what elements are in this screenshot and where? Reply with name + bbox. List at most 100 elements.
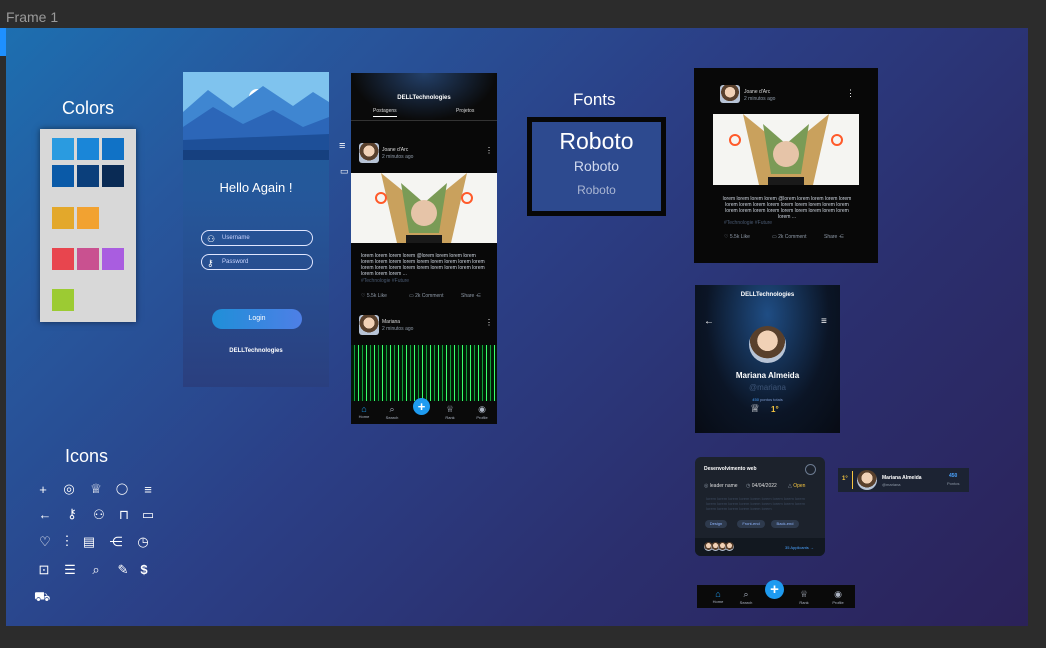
clock-icon[interactable]: ◷ [135,534,151,550]
post-tags[interactable]: #Technologie #Future [724,220,772,226]
rank-points: 450 [949,473,958,479]
swatch[interactable] [52,248,74,270]
add-button[interactable]: + [765,580,784,599]
share-button[interactable]: Share ⋲ [824,234,844,240]
lock-icon[interactable]: ⊡ [36,562,52,578]
post-image[interactable] [351,345,497,401]
post-time: 2 minutos ago [382,154,414,160]
add-post-button[interactable]: + [413,398,430,415]
back-arrow-icon[interactable]: ← [704,316,714,327]
nav-profile[interactable]: ◉ Profile [474,404,490,420]
password-field[interactable]: ⚷ Password [201,254,313,270]
like-button[interactable]: ♡ 5.5k Like [361,293,387,299]
post-time: 2 minutos ago [382,326,414,332]
cart-icon[interactable]: ⛟ [34,589,50,605]
menu-icon[interactable]: ≡ [821,316,827,327]
dell-logo: DELLTechnologies [397,95,451,101]
swatch[interactable] [77,165,99,187]
nav-label: Search [739,600,753,605]
profile-circle-icon[interactable]: ◎ [61,481,77,497]
post-author[interactable]: Joane d'Arc [382,147,408,153]
avatar[interactable] [359,315,379,335]
post-author[interactable]: Mariana [382,319,400,325]
password-placeholder: Password [222,259,249,265]
swatch[interactable] [52,138,74,160]
arrow-left-icon[interactable]: ← [37,507,53,523]
comment-icon[interactable]: ▭ [140,507,156,523]
tab-postagens[interactable]: Postagens [373,108,397,117]
menu-icon[interactable]: ≡ [339,140,345,152]
applicants-link[interactable]: 35 Applicants → [785,545,814,550]
chip-design[interactable]: Design [705,520,727,528]
profile-screen-mockup[interactable]: DELLTechnologies ← ≡ Mariana Almeida @ma… [695,285,840,433]
nav-label: Profile [832,600,844,605]
comment-button[interactable]: ▭ 2k Comment [772,234,806,240]
heart-icon[interactable]: ♡ [37,534,53,550]
document-icon[interactable]: ▤ [81,534,97,550]
chip-back-end[interactable]: Back-end [771,520,799,528]
like-button[interactable]: ♡ 5.5k Like [724,234,750,240]
post-image[interactable] [351,173,497,243]
swatch[interactable] [77,207,99,229]
nav-home[interactable]: ⌂ Home [357,404,371,419]
filter-icon[interactable]: ☰ [62,562,78,578]
swatch[interactable] [102,138,124,160]
chip-front-end[interactable]: Front-end [737,520,765,528]
swatch[interactable] [52,165,74,187]
more-vertical-icon[interactable]: ⋮ [485,318,493,327]
nav-rank[interactable]: ♕ Rank [798,589,810,605]
nav-rank[interactable]: ♕ Rank [443,404,457,420]
menu-icon[interactable]: ≡ [140,482,156,498]
bookmark-icon[interactable]: ⊓ [116,507,132,523]
swatch[interactable] [77,248,99,270]
share-icon[interactable]: ⋲ [108,534,124,550]
login-button[interactable]: Login [212,309,302,329]
avatar[interactable] [720,85,740,103]
swatch[interactable] [52,207,74,229]
feed-screen-mockup[interactable]: DELLTechnologies Postagens Projetos Joan… [351,73,497,424]
swatch[interactable] [77,138,99,160]
comment-button[interactable]: ▭ 2k Comment [409,293,443,299]
more-vertical-icon[interactable]: ⋮ [485,146,493,155]
share-icon: ⋲ [475,293,481,299]
rank-row[interactable]: 1° Mariana Almeida @mariana 450 Pontos [838,468,969,492]
swatch[interactable] [102,248,124,270]
avatar[interactable] [359,143,379,163]
rank-divider [852,471,853,489]
nav-home[interactable]: ⌂ Home [712,589,724,604]
nav-label: Home [358,414,370,419]
nav-search[interactable]: ⌕ Search [384,404,400,420]
search-icon[interactable]: ⌕ [88,562,104,578]
user-icon[interactable]: ⚇ [91,507,107,523]
user-icon: ⚇ [207,234,216,244]
tab-projetos[interactable]: Projetos [456,108,474,114]
share-button[interactable]: Share ⋲ [461,293,481,299]
plus-icon[interactable]: + [35,482,51,498]
dell-icon[interactable]: ◯ [114,481,130,497]
login-screen-mockup[interactable]: Hello Again ! ⚇ Username ⚷ Password Login … [183,72,329,387]
key-icon[interactable]: ⚷ [64,506,80,522]
swatch[interactable] [102,165,124,187]
profile-avatar[interactable] [749,326,786,363]
frame-label[interactable]: Frame 1 [6,9,58,25]
post-author[interactable]: Joane d'Arc [744,89,770,95]
more-vertical-icon[interactable]: ⋮ [846,88,855,99]
username-placeholder: Username [222,235,250,241]
chat-icon[interactable]: ▭ [340,166,349,177]
username-field[interactable]: ⚇ Username [201,230,313,246]
dollar-icon[interactable]: $ [136,562,152,578]
post-tags[interactable]: #Technologie #Future [361,278,409,284]
pencil-icon[interactable]: ✎ [115,562,131,578]
project-card[interactable]: Desenvolvimento web ◎ leader name ◷ 04/0… [695,457,825,556]
swatch[interactable] [52,289,74,311]
nav-search[interactable]: ⌕ Search [738,589,754,605]
post-card-mockup[interactable]: Joane d'Arc 2 minutos ago ⋮ lorem lorem … [694,68,878,263]
nav-profile[interactable]: ◉ Profile [830,589,846,605]
post-image[interactable] [713,114,859,185]
frame-canvas[interactable]: Colors Hello Again ! ⚇ Username ⚷ Password… [6,28,1028,626]
post-text: lorem lorem lorem lorem @lorem lorem lor… [722,196,852,220]
trophy-icon[interactable]: ♕ [88,481,104,497]
more-vertical-icon[interactable]: ⋮ [59,533,75,549]
post-text: lorem lorem lorem lorem @lorem lorem lor… [361,253,485,277]
project-avatar[interactable] [805,464,816,475]
